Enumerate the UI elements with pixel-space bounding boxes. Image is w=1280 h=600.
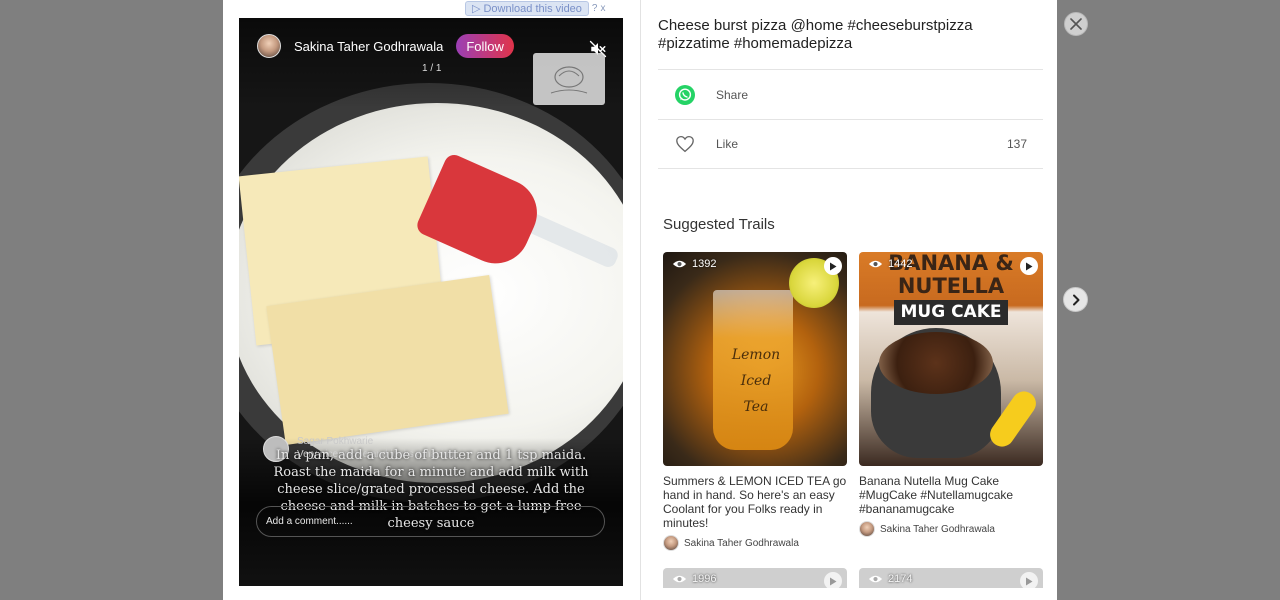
- play-icon[interactable]: [824, 572, 842, 588]
- thumbnail-text: Lemon Iced Tea: [731, 342, 781, 420]
- trail-author-avatar: [859, 521, 875, 537]
- trail-author-avatar: [663, 535, 679, 551]
- eye-icon: [868, 575, 883, 583]
- suggested-trail-card[interactable]: BANANA & NUTELLA MUG CAKE 1442 Banana Nu…: [859, 252, 1043, 537]
- like-count: 137: [1006, 137, 1027, 151]
- author-avatar[interactable]: [257, 34, 281, 58]
- view-count: 1442: [868, 258, 912, 270]
- view-count-value: 1996: [692, 573, 717, 585]
- share-label[interactable]: Share: [716, 88, 748, 102]
- follow-button[interactable]: Follow: [456, 34, 514, 58]
- trail-modal: ▷ Download this video ? x Sakina Taher G…: [223, 0, 1057, 600]
- heart-icon[interactable]: [675, 134, 695, 154]
- download-help-button[interactable]: ?: [592, 3, 598, 14]
- trail-author-name[interactable]: Sakina Taher Godhrawala: [684, 538, 799, 549]
- play-triangle-icon: ▷: [472, 3, 481, 15]
- view-count: 2174: [868, 573, 912, 585]
- share-row[interactable]: Share: [658, 69, 1043, 119]
- thumbnail-text-line: Lemon: [731, 347, 781, 363]
- panel-divider: [640, 0, 641, 600]
- whatsapp-icon[interactable]: [675, 84, 695, 105]
- trail-thumbnail[interactable]: Lemon Iced Tea 1392: [663, 252, 847, 466]
- mug-cake-top: [879, 332, 993, 394]
- play-icon[interactable]: [1020, 572, 1038, 588]
- story-counter: 1 / 1: [422, 63, 442, 74]
- view-count-value: 1442: [888, 258, 913, 270]
- eye-icon: [868, 260, 883, 268]
- commenter-name: Sagar Pokhwarie: [297, 436, 374, 447]
- view-count-value: 1392: [692, 258, 717, 270]
- eye-icon: [672, 260, 687, 268]
- trail-title[interactable]: Banana Nutella Mug Cake #MugCake #Nutell…: [859, 474, 1043, 516]
- trail-title[interactable]: Summers & LEMON ICED TEA go hand in hand…: [663, 474, 847, 530]
- play-icon[interactable]: [1020, 257, 1038, 275]
- eye-icon: [672, 575, 687, 583]
- view-count: 1996: [672, 573, 716, 585]
- download-video-button[interactable]: ▷ Download this video: [465, 1, 589, 16]
- download-close-button[interactable]: x: [600, 3, 605, 14]
- post-title: Cheese burst pizza @home #cheeseburstpiz…: [658, 17, 973, 52]
- suggested-trails-heading: Suggested Trails: [663, 216, 775, 233]
- suggested-trail-card[interactable]: Lemon Iced Tea 1392 Summers & LEMON ICED…: [663, 252, 847, 551]
- suggested-trail-card-partial[interactable]: 1996: [663, 568, 847, 588]
- author-name[interactable]: Sakina Taher Godhrawala: [294, 39, 443, 54]
- play-icon[interactable]: [824, 257, 842, 275]
- download-video-label: Download this video: [483, 2, 582, 15]
- like-row[interactable]: Like 137: [658, 119, 1043, 169]
- trail-author[interactable]: Sakina Taher Godhrawala: [859, 521, 1043, 537]
- comment-box[interactable]: [256, 506, 605, 537]
- trail-author-name[interactable]: Sakina Taher Godhrawala: [880, 524, 995, 535]
- thumbnail-text-line: Iced: [740, 373, 772, 389]
- story-author: Sakina Taher Godhrawala Follow: [257, 34, 514, 58]
- close-icon[interactable]: [1064, 12, 1088, 36]
- like-label[interactable]: Like: [716, 137, 738, 151]
- thumbnail-text-line: Tea: [743, 399, 769, 415]
- brand-watermark: [533, 53, 605, 105]
- download-bar: ▷ Download this video ? x: [465, 1, 605, 16]
- view-count: 1392: [672, 258, 716, 270]
- trail-author[interactable]: Sakina Taher Godhrawala: [663, 535, 847, 551]
- story-video[interactable]: Sakina Taher Godhrawala Follow 1 / 1 Sag…: [239, 18, 623, 586]
- trail-thumbnail[interactable]: BANANA & NUTELLA MUG CAKE 1442: [859, 252, 1043, 466]
- suggested-trail-card-partial[interactable]: 2174: [859, 568, 1043, 588]
- thumbnail-text-line: MUG CAKE: [894, 300, 1008, 325]
- thumbnail-text-line: NUTELLA: [897, 274, 1005, 298]
- chevron-right-icon[interactable]: [1063, 287, 1088, 312]
- watermark-logo-icon: [550, 66, 588, 94]
- view-count-value: 2174: [888, 573, 913, 585]
- comment-input[interactable]: [266, 516, 595, 527]
